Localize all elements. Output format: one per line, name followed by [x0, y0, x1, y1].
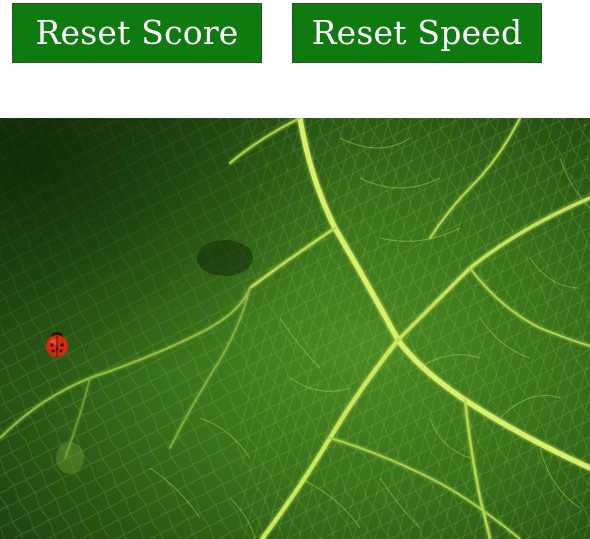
game-page: Reset Score Reset Speed — [0, 0, 590, 539]
reset-score-button[interactable]: Reset Score — [12, 3, 262, 63]
game-field[interactable] — [0, 118, 590, 539]
ladybug-icon[interactable] — [44, 330, 70, 358]
controls-bar: Reset Score Reset Speed — [0, 0, 590, 118]
leaf-background — [0, 118, 590, 539]
reset-speed-button[interactable]: Reset Speed — [292, 3, 542, 63]
